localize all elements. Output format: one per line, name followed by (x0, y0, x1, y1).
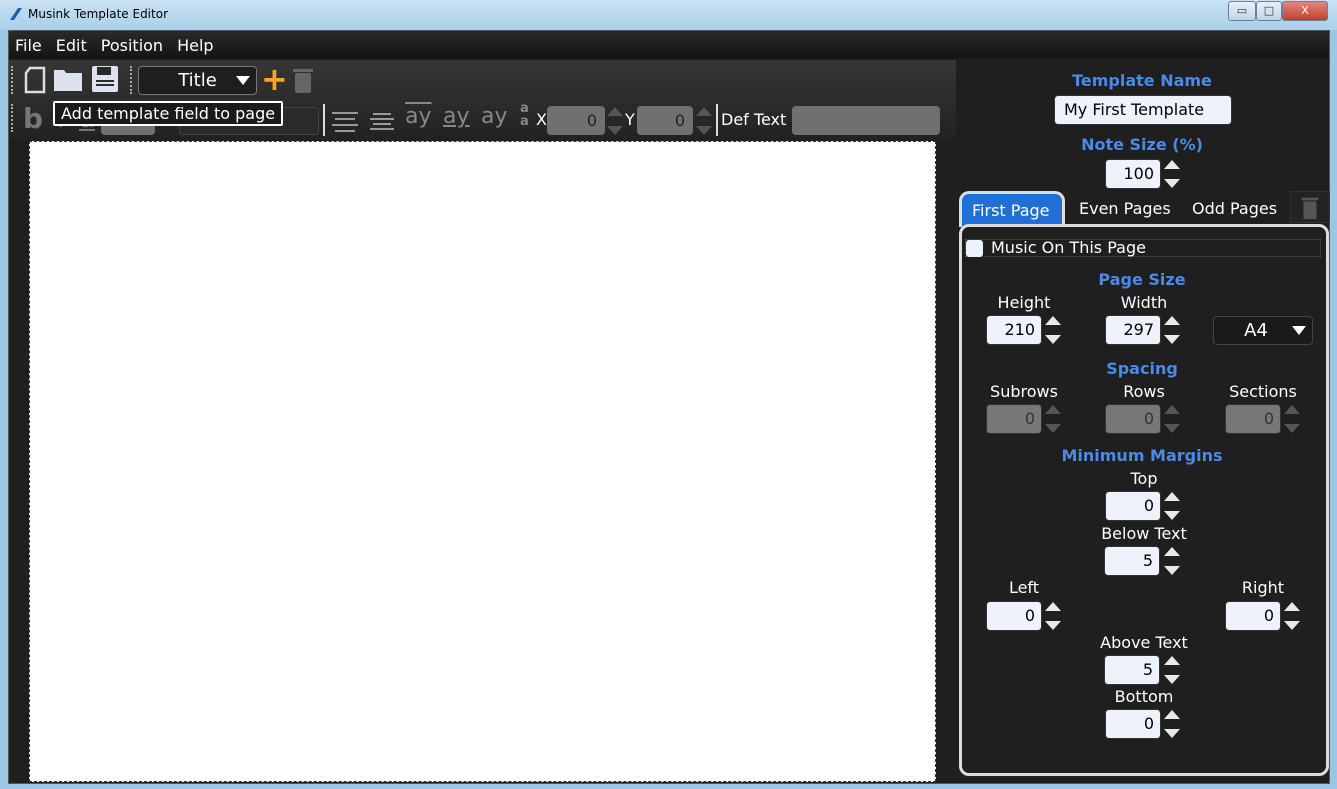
above-text-label: Above Text (1100, 633, 1188, 652)
sections-label: Sections (1229, 382, 1297, 401)
trash-icon[interactable] (292, 66, 314, 94)
align-justify-icon[interactable] (369, 110, 395, 132)
left-input[interactable]: 0 (986, 601, 1042, 631)
top-input[interactable]: 0 (1105, 491, 1161, 521)
bottom-stepper[interactable] (1163, 710, 1181, 738)
field-type-dropdown[interactable]: Title (138, 66, 257, 95)
music-on-page-checkbox[interactable]: Music On This Page (965, 238, 1321, 257)
divider (716, 104, 718, 136)
template-name-input[interactable]: My First Template (1054, 95, 1232, 125)
width-label: Width (1120, 293, 1168, 312)
y-field[interactable]: 0 (637, 106, 693, 135)
add-field-button[interactable]: + (261, 60, 288, 98)
def-text-label: Def Text (721, 110, 787, 129)
def-text-field[interactable] (792, 106, 940, 135)
toolbar-grip[interactable] (130, 66, 134, 94)
text-position-bottom-button[interactable]: ay (481, 104, 508, 129)
rows-stepper[interactable] (1163, 405, 1181, 433)
chevron-down-icon (1292, 326, 1306, 335)
bottom-label: Bottom (1114, 687, 1174, 706)
top-stepper[interactable] (1163, 492, 1181, 520)
open-folder-icon[interactable] (53, 68, 83, 92)
x-stepper[interactable] (606, 107, 624, 135)
menu-file[interactable]: File (15, 36, 42, 55)
note-size-label: Note Size (%) (1081, 135, 1203, 154)
tab-odd-pages[interactable]: Odd Pages (1192, 199, 1277, 218)
minimize-button[interactable]: ▭ (1228, 1, 1256, 21)
y-label: Y (625, 110, 635, 129)
note-size-stepper[interactable] (1163, 160, 1181, 188)
below-text-stepper[interactable] (1163, 547, 1181, 575)
app-logo-icon (10, 8, 22, 20)
align-center-icon[interactable] (331, 110, 359, 132)
subrows-label: Subrows (990, 382, 1058, 401)
text-stack-button[interactable]: a a (520, 102, 529, 128)
above-text-input[interactable]: 5 (1104, 655, 1160, 685)
chevron-down-icon (236, 76, 250, 85)
above-text-stepper[interactable] (1163, 656, 1181, 684)
toolbar-grip[interactable] (11, 66, 15, 94)
page-canvas[interactable] (29, 141, 936, 782)
left-label: Left (1008, 578, 1040, 597)
left-stepper[interactable] (1044, 602, 1062, 630)
bottom-input[interactable]: 0 (1105, 709, 1161, 739)
x-label: X (536, 110, 547, 129)
menu-bar: File Edit Position Help (9, 31, 1329, 59)
save-icon[interactable] (91, 65, 119, 93)
maximize-button[interactable]: □ (1256, 1, 1282, 21)
subrows-input[interactable]: 0 (986, 404, 1042, 434)
sections-stepper[interactable] (1283, 405, 1301, 433)
paper-size-dropdown[interactable]: A4 (1213, 316, 1313, 345)
right-input[interactable]: 0 (1225, 601, 1281, 631)
menu-edit[interactable]: Edit (56, 36, 87, 55)
rows-label: Rows (1123, 382, 1165, 401)
text-position-top-button[interactable]: ay (405, 104, 432, 129)
sections-input[interactable]: 0 (1225, 404, 1281, 434)
page-size-label: Page Size (1098, 270, 1186, 289)
rows-input[interactable]: 0 (1105, 404, 1161, 434)
window-titlebar: Musink Template Editor ▭ □ X (0, 0, 1337, 30)
checkbox-box[interactable] (966, 240, 983, 257)
y-stepper[interactable] (695, 107, 713, 135)
tab-even-pages[interactable]: Even Pages (1079, 199, 1171, 218)
note-size-input[interactable]: 100 (1105, 159, 1161, 189)
text-position-baseline-button[interactable]: ay (443, 104, 470, 129)
minimum-margins-label: Minimum Margins (1061, 446, 1223, 465)
right-label: Right (1241, 578, 1285, 597)
new-file-icon[interactable] (23, 66, 47, 94)
height-label: Height (997, 293, 1051, 312)
divider (323, 104, 325, 136)
toolbar-grip[interactable] (11, 104, 15, 132)
menu-help[interactable]: Help (177, 36, 213, 55)
window-title: Musink Template Editor (28, 7, 168, 21)
template-name-label: Template Name (1072, 71, 1212, 90)
below-text-label: Below Text (1101, 524, 1187, 543)
width-input[interactable]: 297 (1105, 315, 1161, 345)
width-stepper[interactable] (1163, 316, 1181, 344)
menu-position[interactable]: Position (101, 36, 163, 55)
tooltip: Add template field to page (53, 101, 284, 126)
x-field[interactable]: 0 (547, 106, 605, 135)
delete-page-icon[interactable] (1290, 191, 1330, 223)
app-window: File Edit Position Help Title + b I a ay… (8, 30, 1330, 784)
height-input[interactable]: 210 (986, 315, 1042, 345)
bold-button[interactable]: b (23, 102, 43, 135)
subrows-stepper[interactable] (1044, 405, 1062, 433)
right-stepper[interactable] (1283, 602, 1301, 630)
tab-first-page[interactable]: First Page (959, 191, 1065, 227)
close-button[interactable]: X (1282, 1, 1328, 21)
top-label: Top (1130, 469, 1158, 488)
toolbar: Title + b I a ay ay ay a a X 0 Y 0 Def T… (9, 60, 956, 140)
height-stepper[interactable] (1044, 316, 1062, 344)
spacing-label: Spacing (1106, 359, 1178, 378)
below-text-input[interactable]: 5 (1104, 546, 1160, 576)
